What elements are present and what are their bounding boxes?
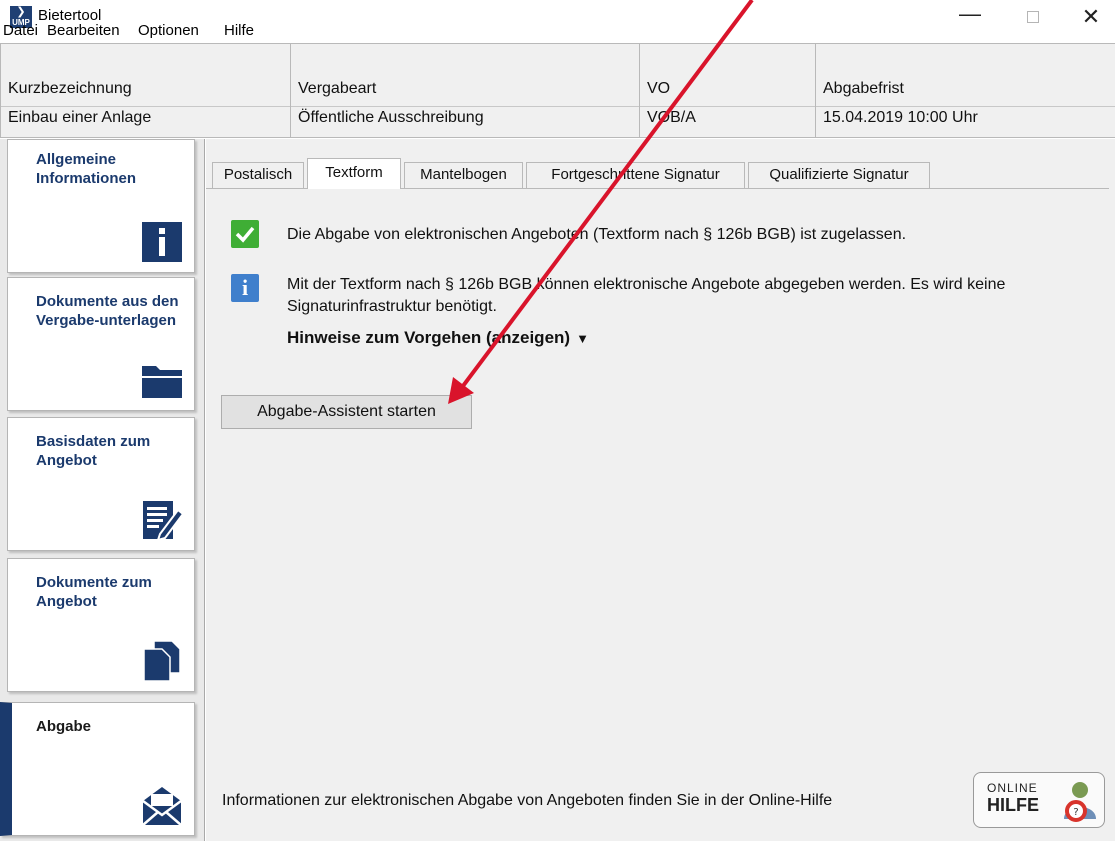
info-col-vo: VO VOB/A	[639, 44, 815, 137]
allowed-message: Die Abgabe von elektronischen Angeboten …	[287, 226, 907, 243]
sidebar-item-label: Basisdaten zum Angebot	[36, 433, 151, 469]
check-icon	[231, 220, 259, 248]
sidebar-item-allgemeine-informationen[interactable]: Allgemeine Informationen	[7, 139, 195, 273]
sidebar-item-basisdaten[interactable]: Basisdaten zum Angebot	[7, 417, 195, 551]
sidebar-item-label: Dokumente zum Angebot	[36, 574, 152, 610]
menu-bearbeiten[interactable]: Bearbeiten	[47, 22, 120, 39]
caret-down-icon: ▼	[576, 331, 589, 346]
tab-qualifizierte-signatur[interactable]: Qualifizierte Signatur	[748, 162, 930, 188]
folder-icon	[142, 366, 182, 398]
online-help-button[interactable]: ONLINE HILFE ?	[973, 772, 1105, 828]
minimize-button[interactable]: —	[947, 0, 993, 36]
tab-fortgeschrittene-signatur[interactable]: Fortgeschrittene Signatur	[526, 162, 745, 188]
help-person-icon: ?	[1064, 782, 1096, 822]
online-help-line1: ONLINE	[987, 781, 1038, 795]
info-label: Vergabeart	[298, 80, 377, 97]
hint-toggle-label: Hinweise zum Vorgehen (anzeigen)	[287, 328, 571, 347]
tab-postalisch[interactable]: Postalisch	[212, 162, 304, 188]
info-value: VOB/A	[647, 109, 696, 126]
sidebar-item-dokumente-vergabeunterlagen[interactable]: Dokumente aus den Vergabe-unterlagen	[7, 277, 195, 411]
sidebar-item-dokumente-angebot[interactable]: Dokumente zum Angebot	[7, 558, 195, 692]
sidebar: Allgemeine Informationen Dokumente aus d…	[0, 139, 205, 841]
close-button[interactable]: ✕	[1068, 0, 1114, 36]
edit-document-icon	[143, 501, 184, 542]
info-label: VO	[647, 80, 671, 97]
menu-hilfe[interactable]: Hilfe	[224, 22, 254, 39]
start-submission-assistant-button[interactable]: Abgabe-Assistent starten	[221, 395, 472, 429]
info-value: Einbau einer Anlage	[8, 109, 152, 126]
info-col-abgabefrist: Abgabefrist 15.04.2019 10:00 Uhr	[815, 44, 1115, 137]
envelope-icon	[142, 787, 182, 826]
info-col-vergabeart: Vergabeart Öffentliche Ausschreibung	[290, 44, 639, 137]
sidebar-item-abgabe[interactable]: Abgabe	[0, 702, 195, 836]
info-value: 15.04.2019 10:00 Uhr	[823, 109, 978, 126]
info-message: Mit der Textform nach § 126b BGB können …	[287, 276, 1006, 315]
maximize-button[interactable]	[1010, 0, 1056, 36]
info-value: Öffentliche Ausschreibung	[298, 109, 484, 126]
info-icon: i	[231, 274, 259, 302]
main-panel: Postalisch Textform Mantelbogen Fortgesc…	[206, 139, 1115, 841]
tab-mantelbogen[interactable]: Mantelbogen	[404, 162, 523, 188]
menu-datei[interactable]: Datei	[3, 22, 38, 39]
online-help-line2: HILFE	[987, 795, 1039, 815]
svg-text:?: ?	[1073, 807, 1078, 818]
hint-toggle[interactable]: Hinweise zum Vorgehen (anzeigen) ▼	[287, 328, 589, 348]
documents-icon	[143, 640, 181, 682]
info-label: Kurzbezeichnung	[8, 80, 132, 97]
tab-textform[interactable]: Textform	[307, 158, 401, 189]
sidebar-item-label: Allgemeine Informationen	[36, 151, 136, 187]
info-icon	[142, 222, 182, 262]
tender-info-header: Kurzbezeichnung Einbau einer Anlage Verg…	[0, 43, 1115, 138]
footer-info-text: Informationen zur elektronischen Abgabe …	[222, 792, 833, 809]
info-label: Abgabefrist	[823, 80, 904, 97]
menu-optionen[interactable]: Optionen	[138, 22, 199, 39]
info-col-kurzbezeichnung: Kurzbezeichnung Einbau einer Anlage	[0, 44, 290, 137]
sidebar-item-label: Abgabe	[36, 718, 92, 735]
sidebar-item-label: Dokumente aus den Vergabe-unterlagen	[36, 293, 179, 329]
